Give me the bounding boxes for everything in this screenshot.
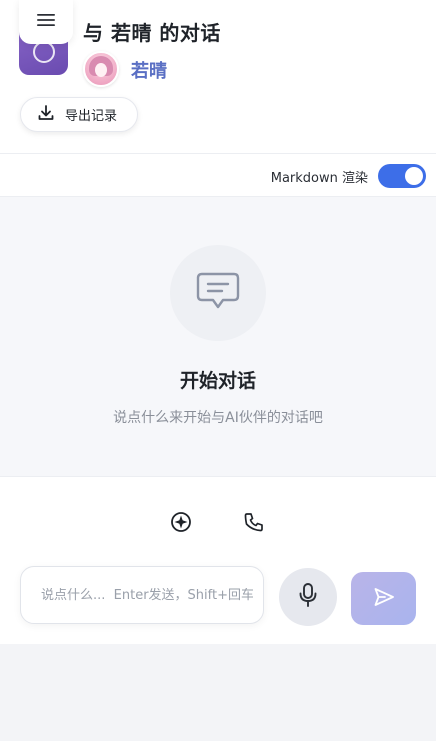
export-button[interactable]: 导出记录 — [20, 97, 138, 132]
page-title: 与 若晴 的对话 — [83, 21, 221, 45]
chat-bubble-icon — [195, 270, 241, 316]
call-button[interactable] — [241, 511, 267, 537]
send-icon — [373, 586, 395, 612]
message-input-box[interactable] — [20, 566, 264, 624]
render-toolbar: Markdown 渲染 — [0, 153, 436, 197]
compass-icon — [170, 511, 192, 537]
empty-state-subtitle: 说点什么来开始与AI伙伴的对话吧 — [113, 410, 323, 426]
download-icon — [37, 104, 55, 126]
message-input[interactable] — [41, 587, 253, 603]
export-label: 导出记录 — [65, 109, 118, 124]
chat-header: 与 若晴 的对话 若晴 导出记录 — [0, 0, 436, 153]
avatar-face — [95, 63, 107, 77]
logo-ring — [33, 41, 55, 63]
character-avatar[interactable] — [83, 51, 119, 87]
phone-icon — [243, 511, 265, 537]
compass-button[interactable] — [168, 511, 194, 537]
markdown-toggle[interactable] — [378, 164, 426, 188]
chat-area: 开始对话 说点什么来开始与AI伙伴的对话吧 — [0, 198, 436, 476]
empty-state-title: 开始对话 — [179, 370, 256, 392]
bottom-spacer — [0, 644, 436, 741]
markdown-toggle-label: Markdown 渲染 — [270, 171, 368, 186]
toggle-knob — [405, 167, 423, 185]
character-name: 若晴 — [131, 61, 167, 82]
voice-button[interactable] — [279, 568, 337, 626]
microphone-icon — [298, 582, 318, 612]
menu-button[interactable] — [19, 0, 73, 44]
empty-state-icon-wrap — [170, 245, 266, 341]
composer-panel — [0, 476, 436, 644]
menu-icon — [36, 12, 56, 32]
send-button[interactable] — [351, 572, 416, 625]
